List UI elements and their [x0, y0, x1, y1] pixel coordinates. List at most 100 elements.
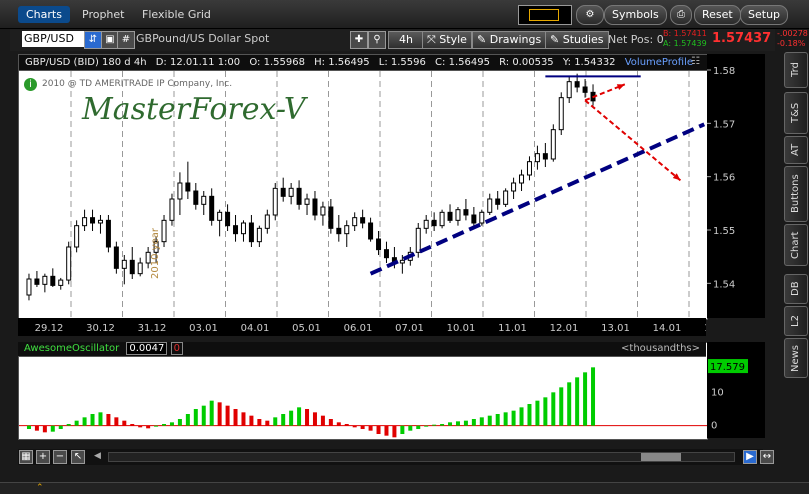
key-icon[interactable]: ⚙	[576, 5, 604, 25]
oscillator-bar	[368, 425, 373, 431]
zoom-in-icon[interactable]: +	[36, 450, 50, 464]
watermark-brand: MasterForex-V	[82, 92, 306, 127]
side-tab-at[interactable]: AT	[784, 136, 808, 164]
candle-body	[129, 259, 135, 275]
oscillator-bar	[201, 405, 206, 426]
side-tab-label: News	[790, 344, 801, 372]
candle-body	[288, 187, 294, 197]
link-box[interactable]	[518, 5, 572, 25]
candle-body	[582, 86, 588, 93]
symbol-dropdown-icon[interactable]: ⇵	[84, 31, 102, 49]
expand-icon[interactable]: ↔	[760, 450, 774, 464]
oscillator-bar	[66, 424, 71, 426]
candle-body	[415, 227, 421, 253]
oscillator-bar	[90, 414, 95, 426]
oscillator-bar	[34, 425, 39, 431]
print-icon[interactable]: ⎙	[670, 5, 692, 25]
bid-price: B: 1.57411	[663, 29, 707, 38]
date-axis-svg: 29.12 30.12 31.12 03.01 04.01 05.01 06.01 07.01…	[35, 323, 733, 334]
candle-body	[209, 195, 215, 221]
tab-charts[interactable]: Charts	[18, 6, 70, 23]
cursor-icon[interactable]: ↖	[71, 450, 85, 464]
oscillator-bar	[440, 424, 445, 426]
candle-body	[463, 209, 469, 216]
oscillator-units: <thousandths>	[621, 343, 700, 354]
side-tab-chart[interactable]: Chart	[784, 224, 808, 266]
oscillator-zero: 0	[170, 342, 183, 355]
candle-body	[304, 198, 310, 205]
oscillator-header: AwesomeOscillator 0.0047 0 <thousandths>	[18, 342, 706, 357]
pencil-icon: ✎	[477, 33, 490, 46]
reset-button[interactable]: Reset	[694, 5, 741, 25]
bar-high: H: 1.56495	[314, 57, 370, 68]
oscillator-bar	[209, 400, 214, 426]
studies-button[interactable]: ✎ Studies	[545, 31, 609, 49]
oscillator-bar	[495, 414, 500, 426]
tab-prophet[interactable]: Prophet	[74, 6, 133, 23]
bar-close: C: 1.56495	[435, 57, 490, 68]
info-icon[interactable]: i	[24, 78, 37, 91]
candle-body	[336, 227, 342, 235]
oscillator-bar	[559, 387, 564, 426]
date-axis[interactable]: 29.12 30.12 31.12 03.01 04.01 05.01 06.01 07.01…	[18, 318, 733, 336]
horizontal-scrollbar[interactable]	[108, 452, 735, 462]
oscillator-tick-label: 0	[711, 421, 717, 432]
candle-body	[233, 225, 239, 235]
candle-body	[479, 211, 485, 224]
oscillator-tick-label: 10	[711, 387, 724, 398]
oscillator-bar	[511, 410, 516, 426]
expand-up-icon[interactable]: ⌃	[36, 483, 54, 493]
scrollbar-thumb[interactable]	[641, 453, 681, 461]
tab-flexible-grid[interactable]: Flexible Grid	[134, 6, 219, 23]
candle-body	[161, 219, 167, 243]
candle-body	[526, 161, 532, 176]
side-tab-db[interactable]: DB	[784, 274, 808, 304]
oscillator-bar	[551, 392, 556, 426]
date-tick-label: 03.01	[189, 323, 218, 334]
studies-icon: ✎	[550, 33, 563, 46]
candle-body	[296, 187, 302, 205]
side-tab-ts[interactable]: T&S	[784, 92, 808, 134]
scroll-right-icon[interactable]: ▶	[743, 450, 757, 464]
setup-button[interactable]: Setup	[740, 5, 789, 25]
oscillator-bar	[233, 409, 238, 426]
oscillator-bar	[535, 400, 540, 426]
oscillator-bar	[527, 404, 532, 426]
side-tab-l2[interactable]: L2	[784, 306, 808, 336]
side-tab-news[interactable]: News	[784, 338, 808, 378]
zoom-out-icon[interactable]: −	[53, 450, 67, 464]
forecast-arrow-head	[616, 84, 625, 90]
price-axis[interactable]: 1.54 1.55 1.56 1.57 1.58	[707, 54, 765, 318]
candle-body	[455, 209, 461, 221]
oscillator-axis[interactable]: 0 10 17.579	[707, 342, 765, 438]
side-tab-buttons[interactable]: Buttons	[784, 166, 808, 222]
candle-body	[256, 227, 262, 243]
net-position: Net Pos: 0	[608, 33, 664, 46]
oscillator-bar	[241, 412, 246, 426]
date-tick-label: 29.12	[35, 323, 64, 334]
hash-button[interactable]: #	[117, 31, 135, 49]
candle-body	[272, 187, 278, 216]
side-tab-trd[interactable]: Trd	[784, 52, 808, 88]
oscillator-bar	[257, 419, 262, 426]
candle-body	[383, 249, 389, 259]
scroll-left-icon[interactable]: ◀	[94, 451, 104, 461]
style-button[interactable]: ⤧ Style	[422, 31, 472, 49]
oscillator-bar	[487, 415, 492, 426]
grid-icon[interactable]: ▦	[19, 450, 33, 464]
symbol-input[interactable]: GBP/USD	[22, 31, 84, 47]
oscillator-bar	[328, 419, 333, 426]
zoom-icon[interactable]: ⚲	[368, 31, 386, 49]
oscillator-bar	[336, 422, 341, 426]
aggregation-button[interactable]: 4h	[388, 31, 424, 49]
oscillator-bar	[424, 425, 429, 427]
drawings-button[interactable]: ✎ Drawings	[472, 31, 547, 49]
oscillator-name[interactable]: AwesomeOscillator	[24, 343, 119, 354]
crosshair-icon[interactable]: ✚	[350, 31, 368, 49]
candle-body	[82, 217, 88, 227]
symbols-button[interactable]: Symbols	[604, 5, 667, 25]
year-label: 2010 year	[150, 228, 161, 279]
candle-body	[352, 217, 358, 227]
chart-settings-icon[interactable]: ☷	[691, 56, 703, 68]
oscillator-bar	[82, 417, 87, 426]
